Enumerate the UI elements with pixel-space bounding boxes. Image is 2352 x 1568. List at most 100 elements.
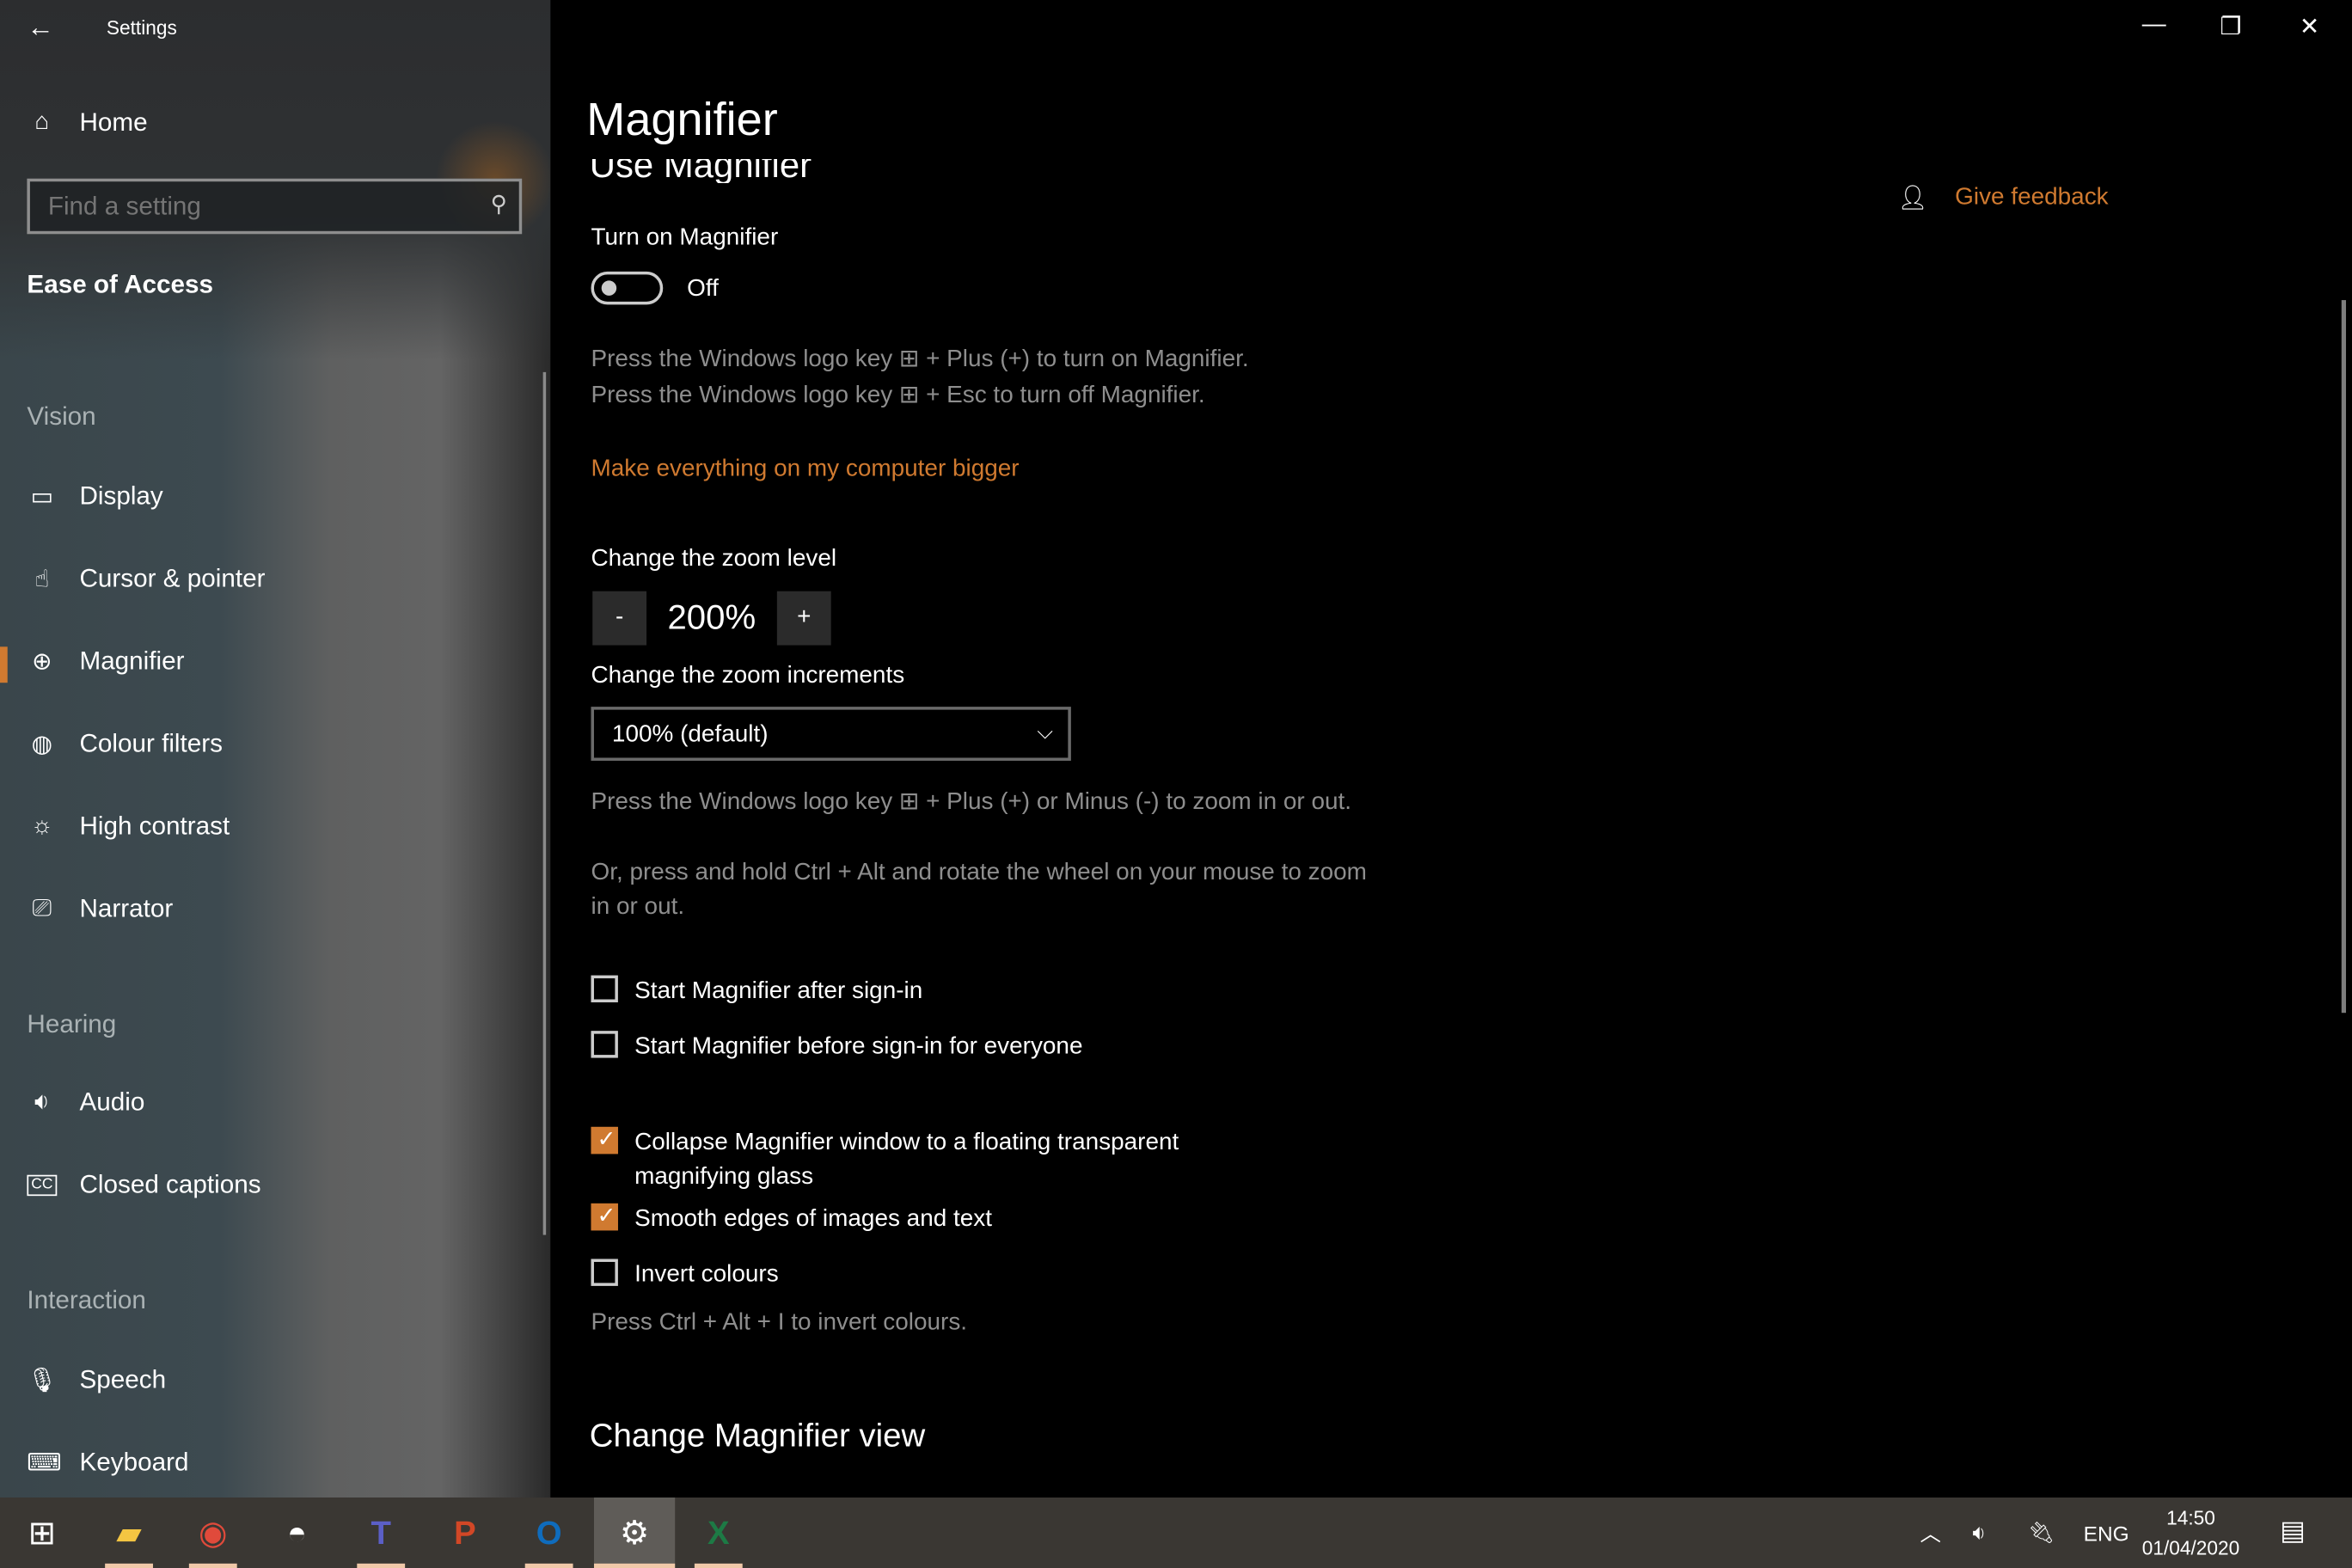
checkbox-start-after-signin[interactable]: Start Magnifier after sign-in [591, 974, 1264, 1008]
zoom-value: 200% [667, 597, 756, 637]
sidebar-item-home[interactable]: ⌂ Home [27, 108, 147, 138]
restore-button[interactable]: ❐ [2220, 12, 2241, 42]
checkmark-icon: ✓ [597, 1203, 616, 1229]
zoom-minus-button[interactable]: - [592, 591, 647, 646]
sidebar-item-label: Audio [79, 1087, 145, 1117]
clock-time: 14:50 [2166, 1506, 2215, 1529]
sidebar-item-closed-captions[interactable]: CC Closed captions [27, 1170, 261, 1200]
minimize-button[interactable]: — [2142, 12, 2166, 39]
sidebar-item-narrator[interactable]: ⎚ Narrator [27, 894, 174, 924]
search-icon[interactable]: ⚲ [491, 191, 507, 217]
checkbox-collapse-window[interactable]: ✓ Collapse Magnifier window to a floatin… [591, 1125, 1264, 1194]
taskbar-excel[interactable]: X [683, 1498, 755, 1568]
display-icon: ▭ [30, 484, 54, 511]
cc-icon: CC [27, 1174, 58, 1197]
sidebar: ← Settings ⌂ Home ⚲ Ease of Access Visio… [0, 0, 551, 1498]
sidebar-item-label: Cursor & pointer [79, 564, 266, 593]
taskbar-photos[interactable]: ◓ [261, 1498, 334, 1568]
sidebar-item-colour-filters[interactable]: ◍ Colour filters [27, 729, 223, 759]
sidebar-item-magnifier[interactable]: ⊕ Magnifier [27, 646, 184, 677]
magnifier-toggle[interactable] [591, 271, 664, 305]
clock[interactable]: 14:50 01/04/2020 [2142, 1504, 2240, 1564]
main-scrollbar[interactable] [2341, 300, 2347, 1014]
windows-logo-icon: ⊞ [28, 1513, 56, 1551]
page-title: Magnifier [586, 93, 778, 146]
checkbox-label: Start Magnifier after sign-in [634, 978, 923, 1004]
make-bigger-link[interactable]: Make everything on my computer bigger [591, 456, 1019, 483]
sidebar-item-display[interactable]: ▭ Display [27, 481, 163, 511]
main-content: — ❐ ✕ Magnifier Use Magnifier Turn on Ma… [550, 0, 2352, 1498]
feedback-icon: 👤︎ [1897, 186, 1928, 212]
checkbox-invert-colours[interactable]: Invert colours [591, 1258, 1264, 1292]
checkbox-label: Start Magnifier before sign-in for every… [634, 1033, 1083, 1060]
gear-icon: ⚙ [619, 1513, 650, 1551]
microphone-icon: 🎙︎ [27, 1368, 58, 1394]
running-indicator [593, 1563, 676, 1568]
sidebar-item-label: Display [79, 481, 163, 511]
hint-turn-off: Press the Windows logo key ⊞ + Esc to tu… [591, 383, 1205, 408]
zoom-plus-button[interactable]: + [776, 591, 831, 646]
taskbar-outlook[interactable]: O [513, 1498, 585, 1568]
teams-icon: T [371, 1513, 391, 1551]
sidebar-item-label: Home [79, 107, 148, 137]
brightness-icon: ☼ [31, 813, 53, 839]
sidebar-scrollbar[interactable] [542, 371, 547, 1235]
zoom-hint-keyboard: Press the Windows logo key ⊞ + Plus (+) … [591, 789, 1352, 815]
give-feedback-label: Give feedback [1955, 184, 2109, 211]
group-interaction: Interaction [27, 1285, 146, 1315]
battery-button[interactable]: 🔌︎ [2028, 1498, 2055, 1568]
checkbox-label: Smooth edges of images and text [634, 1206, 993, 1233]
speaker-icon: 🔉︎ [34, 1089, 50, 1115]
sidebar-item-audio[interactable]: 🔉︎ Audio [27, 1087, 144, 1118]
zoom-increments-select[interactable]: 100% (default) ⌵ [591, 707, 1071, 761]
section-title: Use Magnifier [589, 159, 812, 183]
taskbar-file-explorer[interactable]: ▰ [93, 1498, 165, 1568]
sidebar-item-label: Speech [79, 1365, 167, 1394]
taskbar-teams[interactable]: T [345, 1498, 417, 1568]
zoom-increments-label: Change the zoom increments [591, 663, 905, 689]
zoom-hint-mouse: Or, press and hold Ctrl + Alt and rotate… [591, 860, 1367, 920]
checkbox-smooth-edges[interactable]: ✓ Smooth edges of images and text [591, 1202, 1264, 1236]
sidebar-item-cursor-pointer[interactable]: ☝ Cursor & pointer [27, 564, 265, 594]
language-button[interactable]: ENG [2084, 1498, 2129, 1568]
checkbox-box[interactable]: ✓ [591, 1203, 618, 1231]
sidebar-item-keyboard[interactable]: ⌨ Keyboard [27, 1448, 188, 1478]
speaker-icon: 🔉︎ [1972, 1520, 1986, 1545]
palette-icon: ◍ [31, 732, 53, 758]
checkbox-box[interactable]: ✓ [591, 1126, 618, 1155]
running-indicator [694, 1563, 743, 1568]
sidebar-item-label: Colour filters [79, 729, 223, 758]
taskbar: ⊞ ▰ ◉ ◓ T P O ⚙ X ︿ 🔉︎ 🔌︎ ENG 14:50 01/0… [0, 1498, 2352, 1568]
group-hearing: Hearing [27, 1009, 117, 1038]
toggle-state: Off [687, 276, 719, 302]
volume-button[interactable]: 🔉︎ [1973, 1498, 1986, 1568]
checkbox-box[interactable] [591, 1259, 618, 1286]
sidebar-item-label: Closed captions [79, 1170, 261, 1199]
group-vision: Vision [27, 401, 96, 431]
powerpoint-icon: P [454, 1513, 476, 1551]
give-feedback-link[interactable]: 👤︎ Give feedback [1897, 183, 2108, 213]
excel-icon: X [707, 1513, 730, 1551]
checkbox-box[interactable] [591, 975, 618, 1002]
action-center-icon[interactable]: ▤ [2280, 1516, 2306, 1547]
search-input[interactable] [29, 181, 471, 231]
taskbar-chrome[interactable]: ◉ [177, 1498, 249, 1568]
taskbar-settings[interactable]: ⚙ [593, 1498, 676, 1568]
start-button[interactable]: ⊞ [6, 1498, 78, 1568]
checkbox-box[interactable] [591, 1031, 618, 1058]
zoom-increments-value: 100% (default) [611, 721, 769, 748]
sidebar-item-speech[interactable]: 🎙︎ Speech [27, 1365, 166, 1395]
checkbox-start-before-signin[interactable]: Start Magnifier before sign-in for every… [591, 1029, 1264, 1063]
sidebar-item-high-contrast[interactable]: ☼ High contrast [27, 812, 230, 842]
checkbox-label: Invert colours [634, 1261, 779, 1288]
show-hidden-icons[interactable]: ︿ [1920, 1498, 1940, 1568]
zoom-level-label: Change the zoom level [591, 546, 837, 573]
back-arrow-icon[interactable]: ← [27, 12, 53, 44]
running-indicator [357, 1563, 406, 1568]
category-title: Ease of Access [27, 270, 213, 299]
taskbar-powerpoint[interactable]: P [429, 1498, 501, 1568]
hint-turn-on: Press the Windows logo key ⊞ + Plus (+) … [591, 346, 1249, 372]
invert-hint: Press Ctrl + Alt + I to invert colours. [591, 1309, 968, 1336]
close-button[interactable]: ✕ [2300, 12, 2319, 42]
search-box[interactable]: ⚲ [27, 178, 523, 235]
